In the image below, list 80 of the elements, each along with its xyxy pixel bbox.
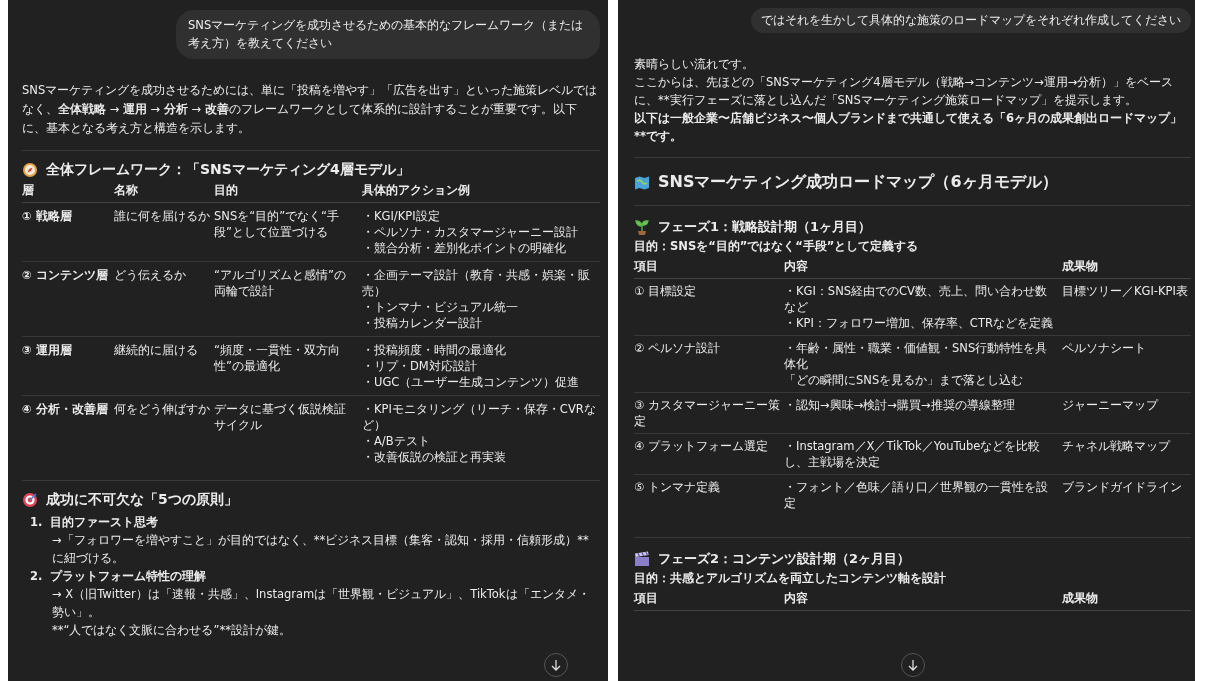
table-cell: ① 目標設定 [634,284,696,298]
phase-heading: フェーズ1：戦略設計期（1ヶ月目） [658,218,872,236]
table-cell: ペルソナシート [1062,341,1146,355]
table-cell: 継続的に届ける [114,343,198,357]
answer-paragraph: 以下は一般企業〜店舗ビジネス〜個人ブランドまで共通して使える「6ヶ月の成果創出ロードマップ」**です。 [634,110,1183,145]
table-cell: ① 戦略層 [22,209,72,223]
scroll-down-button[interactable] [544,653,568,677]
table-cell: ② コンテンツ層 [22,268,108,282]
table-cell: ② ペルソナ設計 [634,341,720,355]
section-heading: 全体フレームワーク：「SNSマーケティング4層モデル」 [46,161,410,179]
column-header: 具体的アクション例 [362,183,600,203]
section-heading: SNSマーケティング成功ロードマップ（6ヶ月モデル） [658,172,1058,193]
column-header: 成果物 [1062,591,1191,611]
scroll-down-button[interactable] [901,653,925,677]
column-header: 項目 [634,591,784,611]
target-icon [22,492,38,508]
phase-goal: 目的：SNSを“目的”ではなく“手段”として定義する [634,239,920,254]
list-item-title: 目的ファースト思考 [50,514,159,531]
compass-icon [22,162,38,178]
phase-heading: フェーズ2：コンテンツ設計期（2ヶ月目） [658,550,911,568]
table-cell: 何をどう伸ばすか [114,402,210,416]
table-cell: どう伝えるか [114,268,186,282]
table-cell-line: ・KGI：SNS経由でのCV数、売上、問い合わせ数など [784,283,1048,315]
table-cell: ④ 分析・改善層 [22,402,108,416]
arrow-down-icon [907,659,919,671]
map-icon [634,174,650,191]
table-cell-line: ・認知→興味→検討→購買→推奨の導線整理 [784,397,1016,413]
table-cell: ③ カスタマージャーニー策定 [634,398,780,428]
answer-paragraph: ここからは、先ほどの「SNSマーケティング4層モデル（戦略→コンテンツ→運用→分析）」をベースに、**実行フェーズに落とし込んだ「SNSマーケティング施策ロードマップ」を提示します。 [634,74,1175,109]
table-cell: ジャーニーマップ [1062,398,1158,412]
list-item-text: **“人ではなく文脈に合わせる”**設計が鍵。 [51,622,292,639]
user-message: ではそれを生かして具体的な施策のロードマップをそれぞれ作成してください [751,8,1191,33]
list-number: 2. [30,568,43,585]
list-item-text: → X（旧Twitter）は「速報・共感」、Instagramは「世界観・ビジュアル」、TikTokは「エンタメ・勢い」。 [51,586,591,621]
table-cell: 目標ツリー／KGI-KPI表 [1062,284,1188,298]
table-cell-line: ・A/Bテスト [362,433,431,449]
table-cell-line: ・企画テーマ設計（教育・共感・娯楽・販売） [362,267,591,299]
table-cell: チャネル戦略マップ [1062,439,1170,453]
column-header: 成果物 [1062,259,1191,279]
table-cell-line: 「どの瞬間にSNSを見るか」まで落とし込む [784,372,1025,388]
column-header: 名称 [114,183,214,203]
table-cell-line: ・KPI：フォロワー増加、保存率、CTRなどを定義 [784,315,1054,331]
table-cell-line: ・フォント／色味／語り口／世界観の一貫性を設定 [784,479,1049,511]
table-cell-line: ・KPIモニタリング（リーチ・保存・CVRなど） [362,401,597,433]
list-item-title: プラットフォーム特性の理解 [50,568,207,585]
table-cell: データに基づく仮説検証サイクル [214,402,346,432]
table-cell-line: ・ペルソナ・カスタマージャーニー設計 [362,224,579,240]
list-number: 1. [30,514,43,531]
table-cell-line: ・改善仮説の検証と再実装 [362,449,507,465]
answer-paragraph: 素晴らしい流れです。 [634,56,755,73]
table-cell: “頻度・一貫性・双方向性”の最適化 [214,343,340,373]
table-cell-line: ・トンマナ・ビジュアル統一 [362,299,519,315]
table-cell: ④ プラットフォーム選定 [634,439,768,453]
column-header: 目的 [214,183,362,203]
column-header: 内容 [784,259,1062,279]
seedling-icon [634,219,650,235]
column-header: 項目 [634,259,784,279]
table-cell-line: ・投稿カレンダー設計 [362,315,483,331]
phase-goal: 目的：共感とアルゴリズムを両立したコンテンツ軸を設計 [634,571,947,586]
arrow-down-icon [550,659,562,671]
column-header: 層 [22,183,114,203]
column-header: 内容 [784,591,1062,611]
table-cell-line: ・KGI/KPI設定 [362,208,441,224]
table-cell-line: ・投稿頻度・時間の最適化 [362,342,507,358]
section-heading: 成功に不可欠な「5つの原則」 [46,491,238,509]
table-cell: ③ 運用層 [22,343,72,357]
table-cell-line: ・競合分析・差別化ポイントの明確化 [362,240,567,256]
table-cell: 誰に何を届けるか [114,209,210,223]
table-cell-line: ・UGC（ユーザー生成コンテンツ）促進 [362,374,581,390]
user-message: SNSマーケティングを成功させるための基本的なフレームワーク（または考え方）を教えてください [176,10,600,59]
table-cell: ⑤ トンマナ定義 [634,480,720,494]
table-cell-line: ・Instagram／X／TikTok／YouTubeなどを比較し、主戦場を決定 [784,438,1042,470]
table-cell: SNSを“目的”でなく“手段”として位置づける [214,209,340,239]
clapperboard-icon [634,551,650,567]
table-cell: ブランドガイドライン [1062,480,1182,494]
answer-paragraph: SNSマーケティングを成功させるためには、単に「投稿を増やす」「広告を出す」といった施策レベルではなく、全体戦略 → 運用 → 分析 → 改善のフレームワークとして体系的に設計することが重要です。以下に、基本となる考え方と構造を示します。 [22,82,599,137]
table-cell-line: ・リプ・DM対応設計 [362,358,478,374]
table-cell: “アルゴリズムと感情”の両輪で設計 [214,268,346,298]
table-cell-line: ・年齢・属性・職業・価値観・SNS行動特性を具体化 [784,340,1049,372]
list-item-text: →「フォロワーを増やすこと」が目的ではなく、**ビジネス目標（集客・認知・採用・信頼形成）**に紐づける。 [51,532,590,567]
